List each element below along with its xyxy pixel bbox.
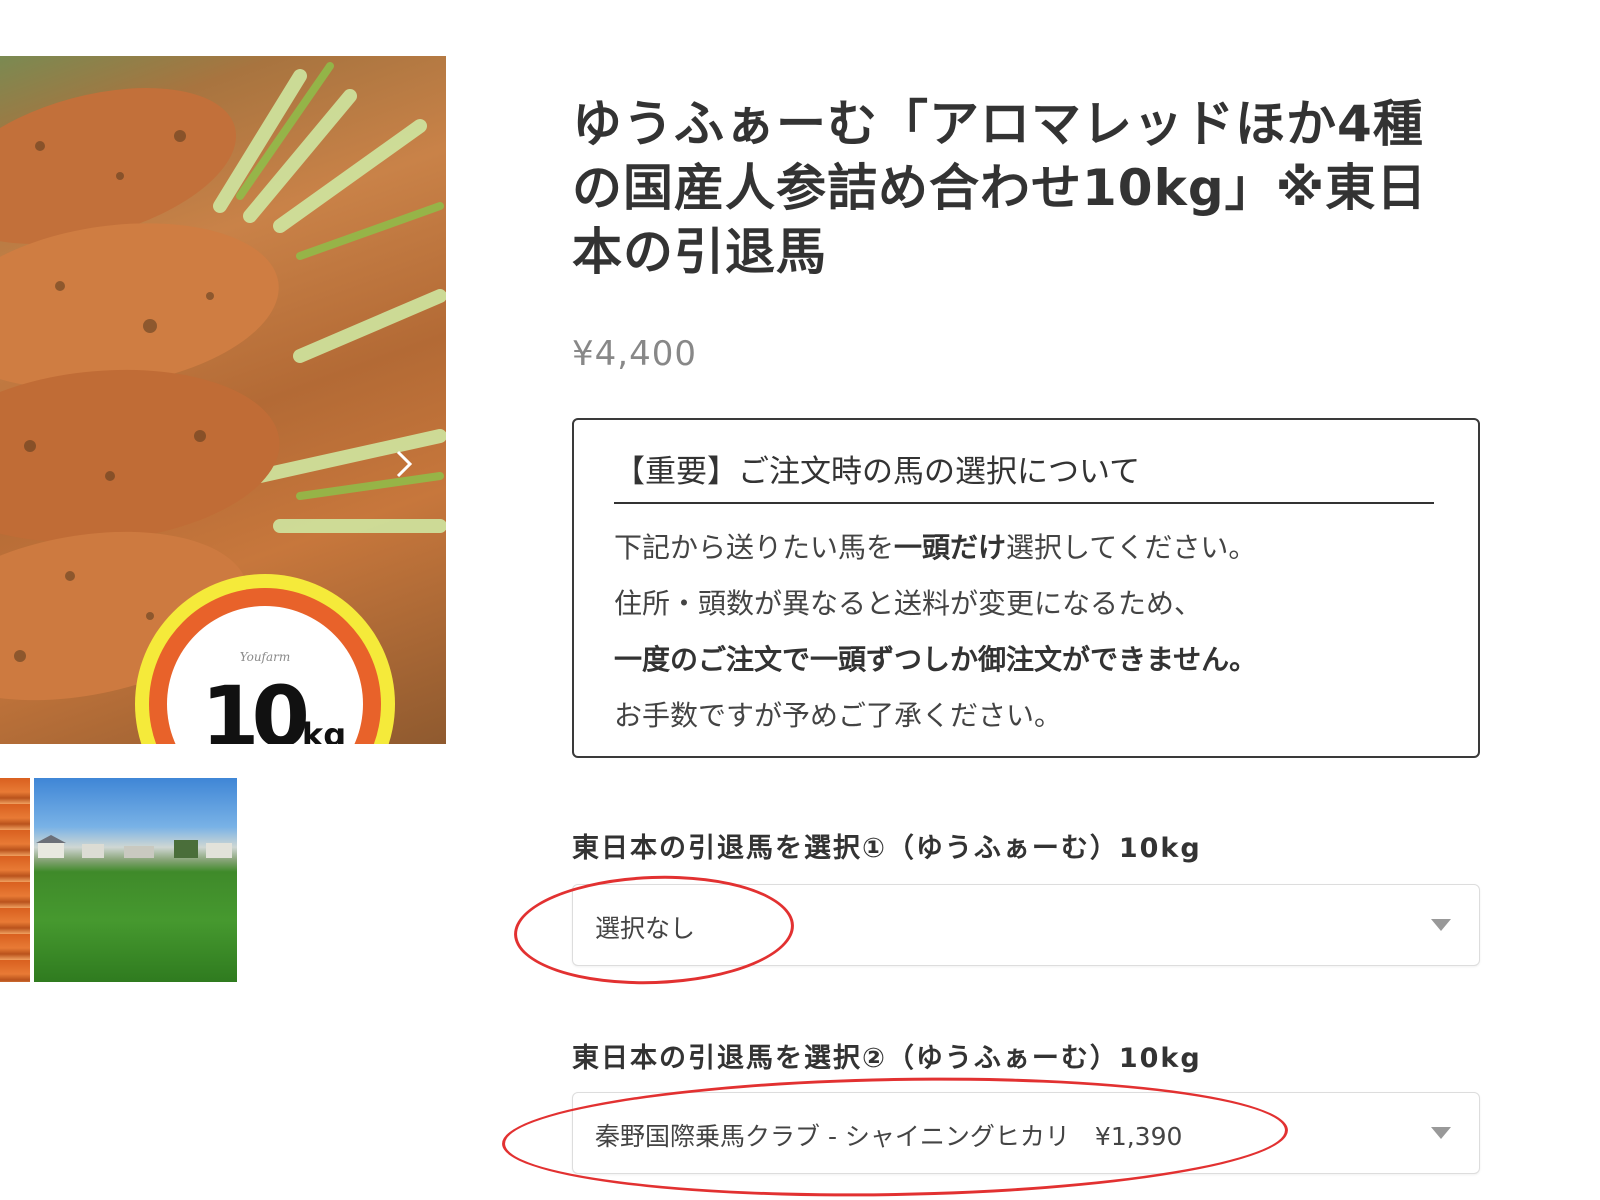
order-notice-box: 【重要】ご注文時の馬の選択について 下記から送りたい馬を一頭だけ選択してください…: [572, 418, 1480, 758]
carousel-next-button[interactable]: [386, 442, 422, 486]
horse-select-2[interactable]: 秦野国際乗馬クラブ - シャイニングヒカリ ¥1,390: [572, 1092, 1480, 1174]
notice-line-1: 下記から送りたい馬を一頭だけ選択してください。: [614, 520, 1454, 576]
product-main-image[interactable]: Youfarm 10kg: [0, 56, 446, 744]
product-title: ゆうふぁーむ「アロマレッドほか4種の国産人参詰め合わせ10kg」※東日本の引退馬: [572, 95, 1428, 281]
notice-line-2: 住所・頭数が異なると送料が変更になるため、: [614, 587, 1203, 620]
notice-heading: 【重要】ご注文時の馬の選択について: [614, 450, 1434, 504]
badge-brand: Youfarm: [239, 650, 291, 664]
notice-line-3: 一度のご注文で一頭ずつしか御注文ができません。: [614, 632, 1454, 688]
notice-line-1-bold: 一頭だけ: [894, 531, 1007, 564]
thumbnail-carrots[interactable]: [0, 778, 30, 982]
caret-down-icon: [1431, 919, 1451, 931]
notice-line-1-pre: 下記から送りたい馬を: [614, 531, 895, 564]
horse-select-2-label: 東日本の引退馬を選択②（ゆうふぁーむ）10kg: [572, 1043, 1202, 1074]
badge-weight: 10kg: [201, 668, 346, 744]
thumbnail-field[interactable]: [34, 778, 237, 982]
horse-select-1[interactable]: 選択なし: [572, 884, 1480, 966]
notice-line-4: お手数ですが予めご了承ください。: [614, 699, 1063, 732]
product-price: ¥4,400: [572, 334, 697, 374]
field-houses: [36, 835, 232, 858]
notice-line-3-bold: 一度のご注文で一頭ずつしか御注文ができません。: [614, 643, 1258, 676]
caret-down-icon: [1431, 1127, 1451, 1139]
badge-weight-unit: kg: [301, 716, 347, 744]
horse-select-1-label: 東日本の引退馬を選択①（ゆうふぁーむ）10kg: [572, 833, 1202, 864]
chevron-right-icon: [396, 450, 413, 478]
notice-line-1-post: 選択してください。: [1006, 531, 1257, 564]
horse-select-2-value: 秦野国際乗馬クラブ - シャイニングヒカリ ¥1,390: [595, 1122, 1183, 1151]
horse-select-1-value: 選択なし: [595, 914, 696, 943]
notice-body: 下記から送りたい馬を一頭だけ選択してください。 住所・頭数が異なると送料が変更に…: [614, 520, 1454, 744]
badge-weight-number: 10: [201, 668, 310, 744]
